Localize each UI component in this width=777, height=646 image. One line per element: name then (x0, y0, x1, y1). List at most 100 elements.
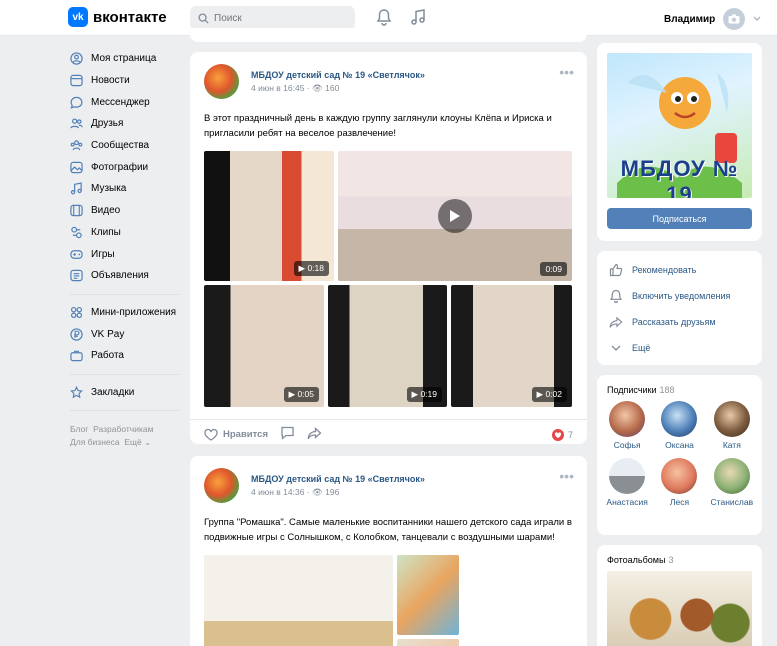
post-author[interactable]: МБДОУ детский сад № 19 «Светлячок» (251, 474, 425, 484)
sidebar-item-clips[interactable]: Клипы (70, 222, 180, 244)
sidebar-footer: Блог Разработчикам Для бизнеса Ещё ⌄ (70, 423, 180, 449)
post-actions: Нравится 7 (190, 419, 587, 449)
eye-icon: · 👁 (306, 82, 323, 93)
post-views: 196 (325, 486, 340, 497)
comment-icon[interactable] (280, 426, 295, 443)
subscribers-header[interactable]: Подписчики 188 (597, 375, 762, 395)
sidebar-item-photos[interactable]: Фотографии (70, 156, 180, 178)
like-button[interactable]: Нравится (204, 428, 268, 441)
video-thumbnail[interactable]: ▶ 0:05 (204, 285, 324, 407)
sidebar-item-music[interactable]: Музыка (70, 178, 180, 200)
left-sidebar: Моя страница Новости Мессенджер Друзья С… (70, 48, 180, 449)
action-label: Включить уведомления (632, 291, 731, 301)
user-menu[interactable]: Владимир (664, 8, 761, 30)
sidebar-item-communities[interactable]: Сообщества (70, 135, 180, 157)
sidebar-item-vk-pay[interactable]: VK Pay (70, 323, 180, 345)
user-avatar-camera-icon (723, 8, 746, 30)
likes-counter[interactable]: 7 (551, 428, 573, 441)
music-player-icon[interactable] (410, 8, 426, 26)
community-cover-image[interactable]: МБДОУ № 19 (607, 53, 752, 198)
post-date: 4 июн в 14:36 · 👁 196 (251, 487, 425, 498)
subscriber[interactable]: Леся (653, 458, 705, 507)
cover-caption: МБДОУ № 19 (620, 156, 739, 198)
footer-link-blog[interactable]: Блог (70, 424, 88, 434)
avatar (661, 458, 698, 494)
search-input[interactable] (214, 12, 344, 24)
footer-link-dev[interactable]: Разработчикам (93, 424, 153, 434)
eye-icon: · 👁 (306, 486, 323, 497)
sidebar-item-messenger[interactable]: Мессенджер (70, 91, 180, 113)
sidebar-item-news[interactable]: Новости (70, 70, 180, 92)
video-icon (70, 204, 83, 217)
sidebar-item-video[interactable]: Видео (70, 200, 180, 222)
sidebar-item-label: Друзья (91, 118, 124, 130)
sidebar-item-friends[interactable]: Друзья (70, 113, 180, 135)
notifications-bell-icon[interactable] (376, 8, 392, 26)
album-cover[interactable] (607, 571, 752, 646)
star-icon (70, 385, 83, 399)
video-duration: ▶ 0:02 (531, 387, 567, 402)
community-avatar[interactable] (204, 64, 239, 99)
photo-thumbnail[interactable] (204, 555, 393, 646)
sidebar-divider (70, 293, 180, 295)
sidebar-item-label: Мини-приложения (91, 306, 177, 318)
more-options-icon[interactable]: ••• (559, 64, 574, 80)
action-label: Рассказать друзьям (632, 317, 716, 327)
post-media-grid (204, 555, 573, 646)
post-date-text[interactable]: 4 июн в 16:45 (251, 83, 304, 93)
community-actions-card: Рекомендовать Включить уведомления Расск… (597, 251, 762, 365)
post-text: В этот праздничный день в каждую группу … (204, 113, 552, 139)
subscribe-button[interactable]: Подписаться (607, 208, 752, 229)
bell-icon (609, 289, 623, 303)
footer-link-business[interactable]: Для бизнеса (70, 437, 120, 447)
subscriber[interactable]: Оксана (653, 401, 705, 450)
logo-text: вконтакте (93, 8, 167, 26)
subscriber[interactable]: Катя (706, 401, 758, 450)
chevron-down-icon (753, 16, 761, 21)
subscriber[interactable]: Станислав (706, 458, 758, 507)
friends-icon (70, 118, 83, 129)
photo-thumbnail[interactable] (397, 639, 459, 646)
community-avatar[interactable] (204, 468, 239, 503)
share-icon[interactable] (307, 426, 322, 443)
wall-post: МБДОУ детский сад № 19 «Светлячок» 4 июн… (190, 456, 587, 646)
share-action[interactable]: Рассказать друзьям (597, 309, 762, 335)
video-thumbnail[interactable]: ▶ 0:19 (328, 285, 447, 407)
sidebar-item-my-page[interactable]: Моя страница (70, 48, 180, 70)
sidebar-item-label: Объявления (91, 270, 149, 282)
subscriber[interactable]: Анастасия (601, 458, 653, 507)
video-thumbnail[interactable]: 0:09 (338, 151, 572, 281)
post-author[interactable]: МБДОУ детский сад № 19 «Светлячок» (251, 70, 425, 80)
video-thumbnail[interactable]: ▶ 0:02 (451, 285, 572, 407)
sidebar-item-bookmarks[interactable]: Закладки (70, 382, 180, 404)
sidebar-item-label: Закладки (91, 386, 135, 398)
search-icon (198, 12, 209, 24)
photo-albums-card: Фотоальбомы 3 (597, 545, 762, 646)
play-icon[interactable] (438, 199, 472, 233)
subscriber-name: Станислав (710, 497, 754, 507)
subscribers-grid: Софья Оксана Катя Анастасия Леся Станисл… (597, 395, 762, 507)
sidebar-item-games[interactable]: Игры (70, 243, 180, 265)
sidebar-item-mini-apps[interactable]: Мини-приложения (70, 302, 180, 324)
gamepad-icon (70, 249, 83, 259)
sidebar-item-label: VK Pay (91, 328, 125, 340)
avatar (713, 458, 750, 494)
recommend-action[interactable]: Рекомендовать (597, 257, 762, 283)
search-box[interactable] (190, 6, 355, 30)
sidebar-item-label: Сообщества (91, 140, 150, 152)
more-action[interactable]: Ещё (597, 335, 762, 361)
subscriber-name: Софья (613, 440, 641, 450)
footer-link-more[interactable]: Ещё (124, 437, 141, 447)
vk-logo[interactable]: vk вконтакте (68, 7, 167, 27)
notifications-action[interactable]: Включить уведомления (597, 283, 762, 309)
albums-header[interactable]: Фотоальбомы 3 (597, 545, 762, 565)
chevron-down-icon: ⌄ (144, 437, 152, 448)
sidebar-item-ads[interactable]: Объявления (70, 265, 180, 287)
subscriber[interactable]: Софья (601, 401, 653, 450)
post-date-text[interactable]: 4 июн в 14:36 (251, 487, 304, 497)
albums-count: 3 (668, 555, 674, 565)
sidebar-item-work[interactable]: Работа (70, 345, 180, 367)
video-thumbnail[interactable]: ▶ 0:18 (204, 151, 334, 281)
more-options-icon[interactable]: ••• (559, 468, 574, 484)
photo-thumbnail[interactable] (397, 555, 459, 635)
